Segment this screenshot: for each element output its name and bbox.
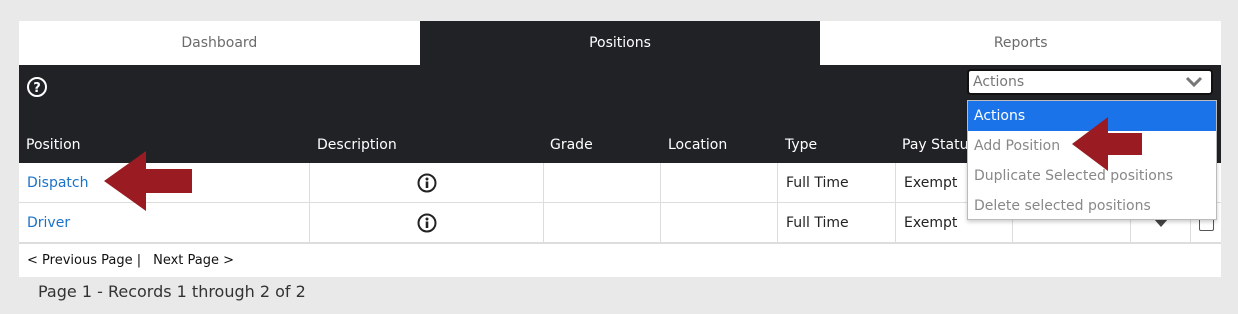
column-header-pay-status[interactable]: Pay Status xyxy=(902,137,976,153)
svg-text:?: ? xyxy=(33,81,41,96)
pager: < Previous Page | Next Page > xyxy=(19,243,1221,277)
column-header-grade[interactable]: Grade xyxy=(550,137,593,153)
tab-bar: Dashboard Positions Reports xyxy=(19,21,1222,65)
actions-select[interactable]: Actions xyxy=(967,69,1213,95)
menu-item-delete-positions[interactable]: Delete selected positions xyxy=(968,191,1216,221)
column-header-type[interactable]: Type xyxy=(785,137,817,153)
next-page-link[interactable]: Next Page > xyxy=(153,253,234,268)
tab-reports[interactable]: Reports xyxy=(820,21,1222,65)
location-cell xyxy=(661,163,778,203)
type-cell: Full Time xyxy=(778,203,896,243)
actions-select-value: Actions xyxy=(973,74,1025,90)
annotation-arrow-left-icon xyxy=(1072,117,1142,171)
type-cell: Full Time xyxy=(778,163,896,203)
location-cell xyxy=(661,203,778,243)
records-summary: Page 1 - Records 1 through 2 of 2 xyxy=(38,282,306,301)
annotation-arrow-left-icon xyxy=(104,151,192,211)
tab-positions[interactable]: Positions xyxy=(419,21,821,65)
grade-cell xyxy=(544,203,661,243)
help-icon[interactable]: ? xyxy=(27,77,47,97)
description-cell xyxy=(310,203,544,243)
column-header-description[interactable]: Description xyxy=(317,137,397,153)
previous-page-link[interactable]: < Previous Page | xyxy=(27,253,141,268)
tab-dashboard[interactable]: Dashboard xyxy=(19,21,420,65)
info-icon[interactable] xyxy=(417,173,437,193)
column-header-position[interactable]: Position xyxy=(26,137,81,153)
info-icon[interactable] xyxy=(417,213,437,233)
column-header-location[interactable]: Location xyxy=(668,137,727,153)
grade-cell xyxy=(544,163,661,203)
description-cell xyxy=(310,163,544,203)
chevron-down-icon xyxy=(1185,76,1203,88)
